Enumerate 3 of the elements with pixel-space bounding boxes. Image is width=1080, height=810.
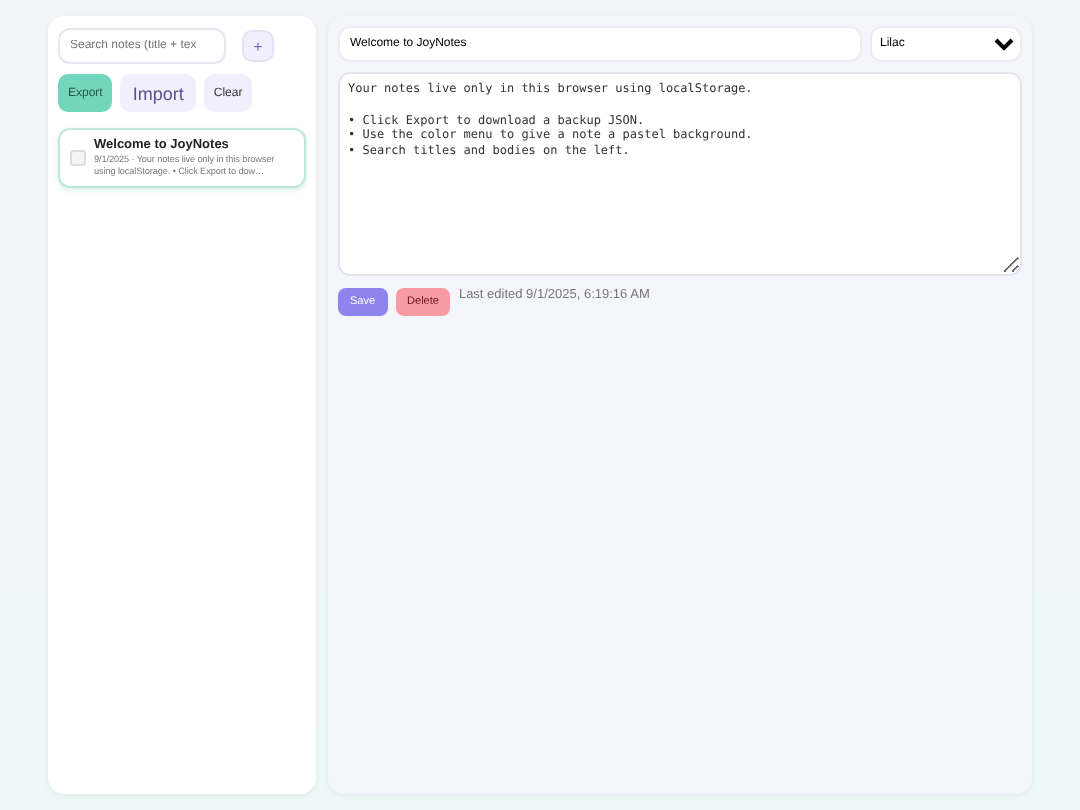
import-button[interactable]: Import bbox=[120, 74, 196, 112]
add-button[interactable]: + bbox=[242, 30, 274, 62]
note-checkbox[interactable] bbox=[70, 149, 86, 166]
